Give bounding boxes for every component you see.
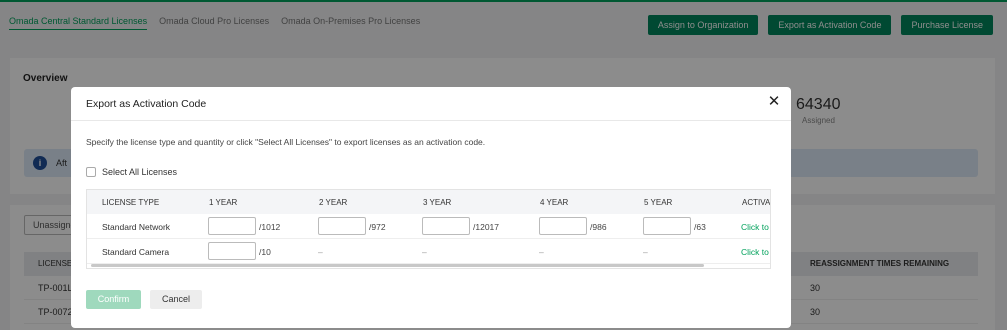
close-icon[interactable]: ✕ xyxy=(767,94,781,109)
header-5-year: 5 YEAR xyxy=(644,198,673,207)
quantity-input-4-year[interactable] xyxy=(539,217,587,235)
unavailable-4-year: – xyxy=(539,247,544,257)
confirm-button[interactable]: Confirm xyxy=(86,290,141,309)
cancel-button[interactable]: Cancel xyxy=(150,290,202,309)
dialog-title: Export as Activation Code xyxy=(86,98,207,110)
horizontal-scrollbar[interactable] xyxy=(91,264,704,267)
header-1-year: 1 YEAR xyxy=(209,198,238,207)
dialog-description: Specify the license type and quantity or… xyxy=(86,137,486,147)
license-quantity-table: LICENSE TYPE 1 YEAR 2 YEAR 3 YEAR 4 YEAR… xyxy=(86,189,771,269)
click-to-activate-link[interactable]: Click to xyxy=(741,247,769,257)
select-all-licenses[interactable]: Select All Licenses xyxy=(86,167,177,177)
select-all-label[interactable]: Select All Licenses xyxy=(102,167,177,177)
license-row-standard-network: Standard Network /1012 /972 /12017 /986 … xyxy=(87,214,770,239)
license-type-name: Standard Camera xyxy=(102,247,170,257)
unavailable-5-year: – xyxy=(643,247,648,257)
license-table-header-row: LICENSE TYPE 1 YEAR 2 YEAR 3 YEAR 4 YEAR… xyxy=(87,190,770,214)
header-2-year: 2 YEAR xyxy=(319,198,348,207)
quantity-input-2-year[interactable] xyxy=(318,217,366,235)
limit-1-year: /10 xyxy=(259,247,271,257)
license-row-standard-camera: Standard Camera /10 – – – – Click to xyxy=(87,239,770,264)
header-license-type: LICENSE TYPE xyxy=(102,198,160,207)
unavailable-2-year: – xyxy=(318,247,323,257)
select-all-checkbox[interactable] xyxy=(86,167,96,177)
quantity-input-3-year[interactable] xyxy=(422,217,470,235)
dialog-divider xyxy=(71,120,791,121)
header-activation: ACTIVAT xyxy=(742,198,770,207)
click-to-activate-link[interactable]: Click to xyxy=(741,222,769,232)
limit-3-year: /12017 xyxy=(473,222,499,232)
limit-5-year: /63 xyxy=(694,222,706,232)
limit-2-year: /972 xyxy=(369,222,386,232)
license-type-name: Standard Network xyxy=(102,222,171,232)
export-activation-code-dialog: Export as Activation Code ✕ Specify the … xyxy=(71,87,791,328)
quantity-input-5-year[interactable] xyxy=(643,217,691,235)
quantity-input-1-year[interactable] xyxy=(208,217,256,235)
limit-1-year: /1012 xyxy=(259,222,281,232)
quantity-input-1-year[interactable] xyxy=(208,242,256,260)
header-4-year: 4 YEAR xyxy=(540,198,569,207)
limit-4-year: /986 xyxy=(590,222,607,232)
unavailable-3-year: – xyxy=(422,247,427,257)
header-3-year: 3 YEAR xyxy=(423,198,452,207)
